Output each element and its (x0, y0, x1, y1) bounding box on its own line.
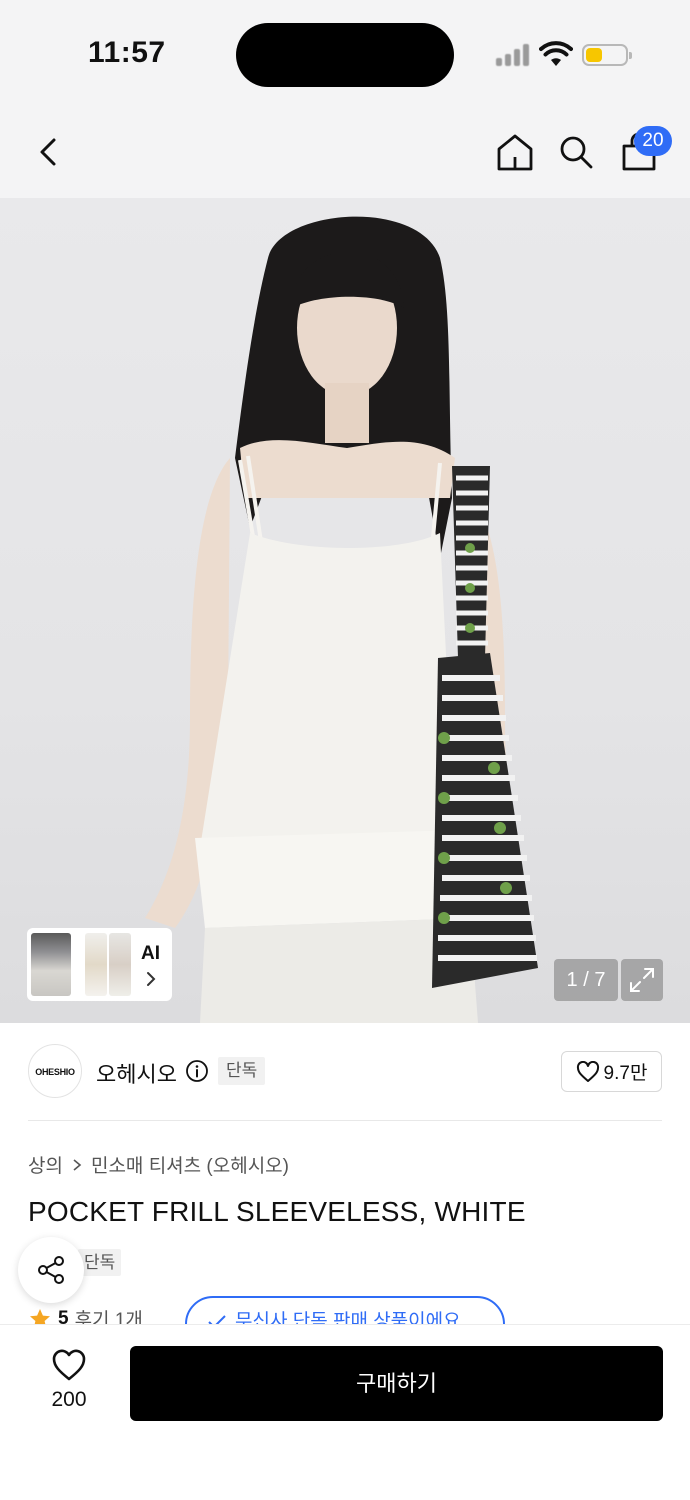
top-nav (0, 110, 690, 198)
wishlist-button[interactable]: 200 (40, 1348, 98, 1412)
share-icon (38, 1256, 64, 1284)
product-title: POCKET FRILL SLEEVELESS, WHITE (28, 1196, 526, 1227)
thumbnail-2 (85, 933, 107, 996)
status-bar: 11:57 (0, 0, 690, 110)
thumbnail-3 (109, 933, 131, 996)
share-button[interactable] (18, 1237, 84, 1303)
wishlist-count: 200 (51, 1388, 87, 1411)
model-photo (145, 216, 538, 1023)
breadcrumb-category[interactable]: 상의 (28, 1151, 63, 1178)
dynamic-island (236, 23, 454, 87)
wifi-icon (539, 41, 573, 66)
info-icon[interactable] (185, 1059, 209, 1083)
brand-name[interactable]: 오헤시오 (96, 1057, 177, 1089)
divider (28, 1120, 662, 1121)
cart-count-badge: 20 (634, 126, 672, 156)
product-image[interactable] (0, 198, 690, 1023)
back-arrow-icon[interactable] (34, 132, 64, 172)
brand-like-count: 9.7만 (603, 1063, 648, 1084)
exclusive-badge: 단독 (218, 1057, 266, 1085)
heart-icon (576, 1060, 599, 1082)
brand-like-button[interactable]: 9.7만 (561, 1051, 662, 1092)
image-counter: 1 / 7 (554, 959, 618, 1001)
chevron-right-icon (73, 1158, 82, 1171)
expand-icon (630, 968, 654, 992)
buy-button[interactable]: 구매하기 (130, 1346, 663, 1421)
exclusive-tag: 단독 (78, 1249, 122, 1276)
breadcrumb-subcategory[interactable]: 민소매 티셔츠 (오헤시오) (91, 1151, 289, 1178)
brand-logo[interactable]: OHESHIO (28, 1044, 82, 1098)
ai-label: AI (141, 943, 160, 964)
chevron-right-icon (147, 972, 156, 986)
battery-icon (582, 44, 632, 66)
heart-icon (52, 1349, 86, 1381)
home-icon[interactable] (496, 132, 534, 172)
thumbnail-1 (31, 933, 71, 996)
status-time: 11:57 (88, 36, 166, 69)
search-icon[interactable] (558, 134, 594, 170)
expand-button[interactable] (621, 959, 663, 1001)
breadcrumb: 상의 민소매 티셔츠 (오헤시오) (28, 1151, 289, 1178)
signal-icon (496, 42, 532, 66)
